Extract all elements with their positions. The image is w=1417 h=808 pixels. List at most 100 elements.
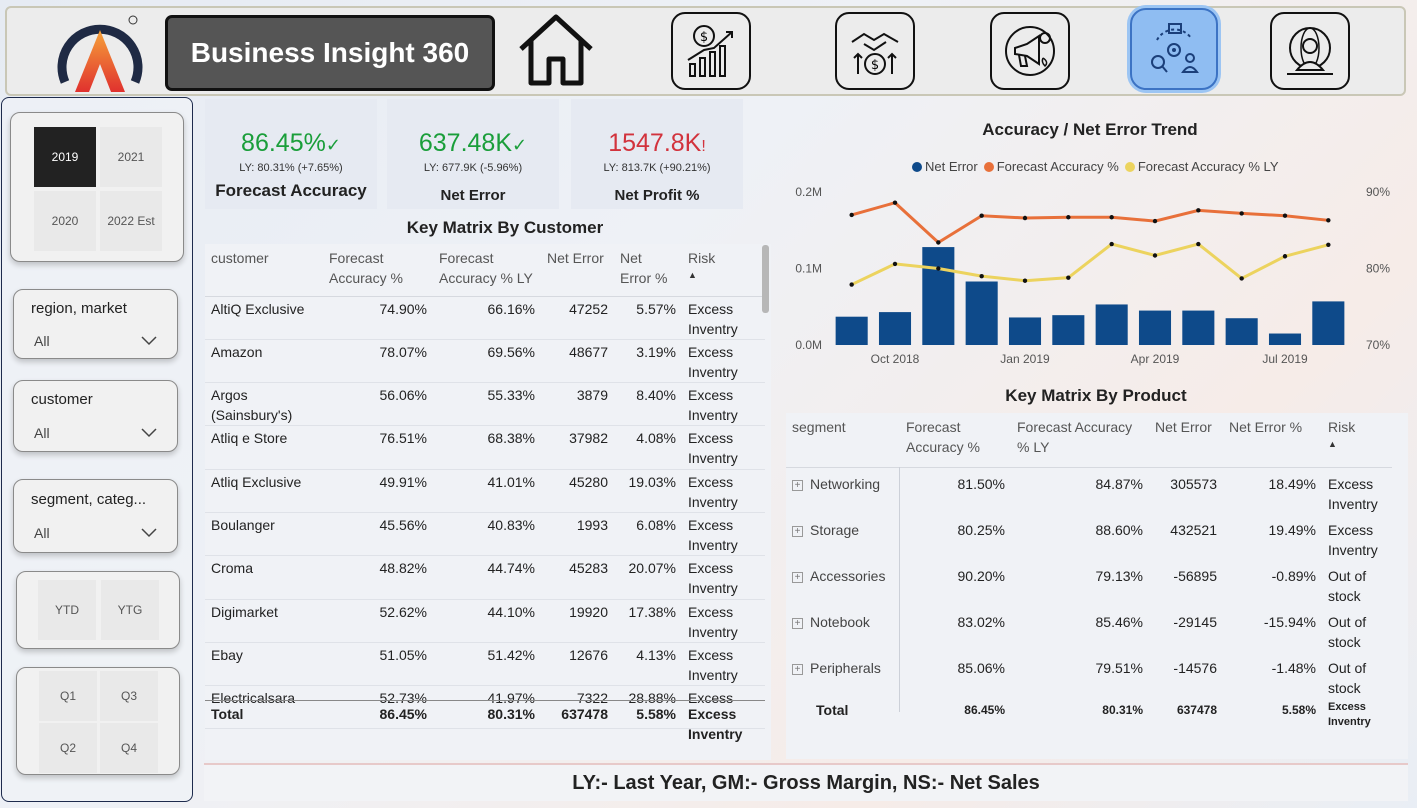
column-header-segment[interactable]: segment [786,413,900,467]
line-point [892,200,898,205]
sales-view-button[interactable]: $ [835,12,915,90]
column-header-forecast-accuracy-ly[interactable]: Forecast Accuracy % LY [1011,413,1149,467]
legend-item-net-error[interactable]: Net Error [912,159,978,174]
table-row[interactable]: Croma 48.82% 44.74% 45283 20.07% Excess Inven… [205,556,765,600]
kpi-label: Forecast Accuracy [215,181,367,200]
legend-item-forecast-accuracy[interactable]: Forecast Accuracy % [983,159,1119,174]
expand-icon[interactable]: + [792,525,803,537]
table-row[interactable]: Digimarket 52.62% 44.10% 19920 17.38% Excess … [205,599,765,643]
svg-text:$: $ [871,58,879,73]
customer-table: customer Forecast Accuracy % Forecast Ac… [205,244,771,760]
quarter-tile-q4[interactable]: Q4 [100,723,158,773]
segment-category-label: segment, categ... [31,491,147,508]
cell-net-error-pct: 5.57% [636,300,676,317]
column-header-net-error-pct[interactable]: Net Error % [1223,413,1322,467]
cell-net-error: 3879 [576,387,608,404]
quarter-slicer: Q1 Q3 Q2 Q4 [16,667,180,775]
executive-view-button[interactable] [1270,12,1350,90]
total-net-error: 637478 [561,706,608,722]
expand-icon[interactable]: + [792,571,803,583]
table-row[interactable]: + Accessories 90.20% 79.13% -56895 -0.89% Out … [786,560,1392,606]
table-row[interactable]: + Networking 81.50% 84.87% 305573 18.49% Exces… [786,467,1392,514]
total-label: Total [816,701,849,718]
segment-category-dropdown[interactable]: segment, categ... All [13,479,178,553]
table-row[interactable]: Boulanger 45.56% 40.83% 1993 6.08% Excess Inv… [205,512,765,556]
region-market-value: All [34,333,50,349]
cell-forecast-accuracy: 90.20% [957,567,1005,584]
sort-ascending-icon: ▲ [688,270,697,280]
cell-forecast-accuracy: 56.06% [379,387,427,404]
year-tile-2022-est[interactable]: 2022 Est [100,191,162,251]
cell-segment: + Networking [786,467,900,514]
total-forecast-accuracy-ly: 80.31% [1102,702,1143,717]
cell-forecast-accuracy-ly: 69.56% [487,343,535,360]
table-row[interactable]: + Storage 80.25% 88.60% 432521 19.49% Excess I… [786,514,1392,560]
cell-net-error: 45283 [569,560,608,577]
cell-risk: Excess Inventry [688,560,738,597]
column-header-net-error[interactable]: Net Error [1149,413,1223,467]
region-market-label: region, market [31,300,127,317]
cell-net-error-pct: 3.19% [636,343,676,360]
home-icon[interactable] [515,11,597,91]
table-row[interactable]: AltiQ Exclusive 74.90% 66.16% 47252 5.57% Exc… [205,296,765,340]
customer-table-scrollbar[interactable] [762,245,769,313]
quarter-tile-q2[interactable]: Q2 [39,723,97,773]
table-row[interactable]: + Peripherals 85.06% 79.51% -14576 -1.48% Out … [786,652,1392,698]
cell-forecast-accuracy-ly: 79.13% [1095,567,1143,584]
column-header-customer[interactable]: customer [205,244,323,296]
kpi-forecast-accuracy: 86.45%✓ LY: 80.31% (+7.65%) Forecast Acc… [205,99,377,209]
legend-item-forecast-accuracy-ly[interactable]: Forecast Accuracy % LY [1124,159,1279,174]
cell-forecast-accuracy: 45.56% [379,516,427,533]
line-point [1196,241,1201,247]
table-row[interactable]: Amazon 78.07% 69.56% 48677 3.19% Excess Inven… [205,339,765,383]
ytd-tile[interactable]: YTD [38,580,96,640]
marketing-view-button[interactable] [990,12,1070,90]
segment-label: Accessories [810,567,886,584]
sales-handshake-icon: $ [851,32,899,75]
expand-icon[interactable]: + [792,479,803,491]
cell-net-error: 432521 [1170,521,1217,538]
cell-net-error: 12676 [569,646,608,663]
column-header-risk[interactable]: Risk ▲ [682,244,765,296]
product-table-title: Key Matrix By Product [1005,386,1187,405]
column-header-forecast-accuracy-ly[interactable]: Forecast Accuracy % LY [433,244,541,296]
column-header-net-error[interactable]: Net Error [541,244,614,296]
finance-view-button[interactable]: $ [671,12,751,90]
quarter-tile-q3[interactable]: Q3 [100,671,158,721]
region-market-dropdown[interactable]: region, market All [13,289,178,359]
net-error-bar [965,281,998,345]
customer-dropdown[interactable]: customer All [13,380,178,452]
product-table: segment Forecast Accuracy % Forecast Acc… [786,413,1408,759]
line-point [849,282,854,287]
segment-label: Peripherals [810,659,881,676]
column-header-forecast-accuracy[interactable]: Forecast Accuracy % [323,244,433,296]
cell-net-error: 1993 [576,516,608,533]
table-row[interactable]: Argos (Sainsbury's) 56.06% 55.33% 3879 8.40%… [205,383,765,426]
year-tile-2020[interactable]: 2020 [34,191,96,251]
cell-risk: Excess Inventry [688,343,738,380]
cell-forecast-accuracy-ly: 44.10% [487,603,535,620]
table-row[interactable]: + Notebook 83.02% 85.46% -29145 -15.94% Out of… [786,606,1392,652]
column-header-risk[interactable]: Risk ▲ [1322,413,1392,467]
ytg-tile[interactable]: YTG [101,580,159,640]
table-row[interactable]: Atliq Exclusive 49.91% 41.01% 45280 19.03% Ex… [205,469,765,513]
net-error-bar [922,247,955,345]
year-tile-2021[interactable]: 2021 [100,127,162,187]
cell-segment: + Notebook [786,606,900,652]
customer-table-title: Key Matrix By Customer [406,218,604,237]
cell-forecast-accuracy-ly: 51.42% [487,646,535,663]
quarter-tile-q1[interactable]: Q1 [39,671,97,721]
cell-net-error: -14576 [1173,659,1217,676]
kpi-label: Net Profit % [614,187,700,204]
supply-chain-view-button[interactable] [1130,8,1218,90]
cell-forecast-accuracy: 74.90% [379,300,427,317]
line-point [892,261,898,267]
table-row[interactable]: Atliq e Store 76.51% 68.38% 37982 4.08% Exces… [205,426,765,470]
column-header-forecast-accuracy[interactable]: Forecast Accuracy % [900,413,1011,467]
column-header-net-error-pct[interactable]: Net Error % [614,244,682,296]
year-tile-2019[interactable]: 2019 [34,127,96,187]
expand-icon[interactable]: + [792,617,803,629]
expand-icon[interactable]: + [792,663,803,675]
table-row[interactable]: Ebay 51.05% 51.42% 12676 4.13% Excess Inventr… [205,642,765,686]
kpi-value: 1547.8K! [608,129,706,157]
